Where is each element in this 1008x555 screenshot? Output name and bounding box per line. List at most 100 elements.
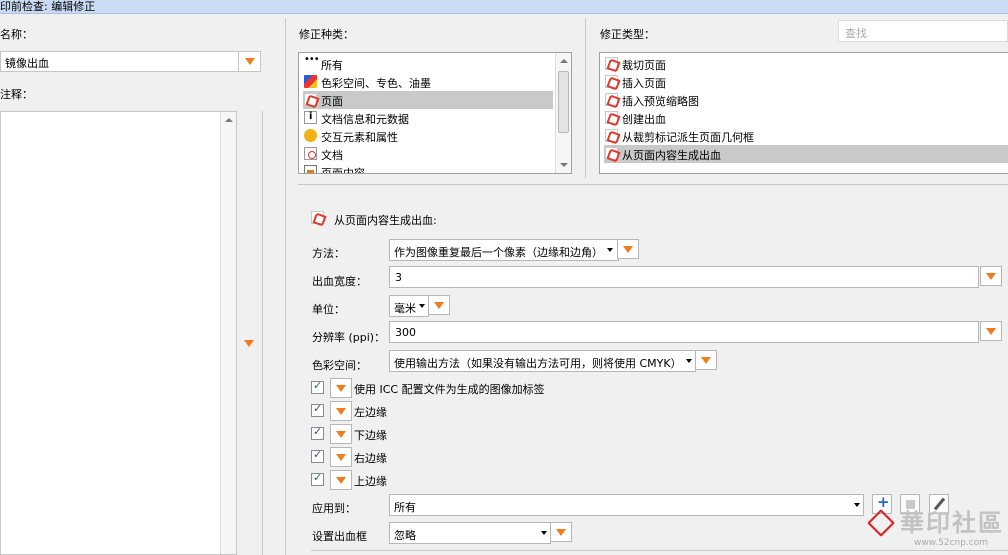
chevron-down-icon (336, 477, 346, 484)
categories-scrollbar[interactable] (555, 53, 571, 173)
notes-side-dropdown[interactable] (238, 334, 260, 353)
chevron-down-icon (986, 328, 996, 335)
chevron-down-icon (336, 431, 346, 438)
icc-tag-checkbox[interactable] (311, 379, 324, 394)
right-edge-label: 右边缘 (354, 452, 387, 465)
left-edge-checkbox[interactable] (311, 402, 324, 417)
type-item-selected[interactable]: 从页面内容生成出血 (604, 145, 1008, 163)
chevron-down-icon (336, 385, 346, 392)
category-item[interactable]: 文档 (303, 145, 553, 163)
bleed-width-options-button[interactable] (980, 266, 1002, 286)
type-item[interactable]: 插入页面 (604, 73, 1008, 91)
panel-divider (585, 18, 586, 178)
right-edge-options-button[interactable] (330, 447, 352, 467)
apply-to-select[interactable]: 所有 (389, 494, 864, 516)
type-item[interactable]: 插入预览缩略图 (604, 91, 1008, 109)
panel-divider (262, 111, 263, 555)
watermark-text: 華印社區 (900, 508, 1004, 537)
color-space-options-button[interactable] (695, 350, 717, 370)
right-edge-checkbox[interactable] (311, 448, 324, 463)
bleed-width-input[interactable]: 3 (389, 266, 979, 288)
bottom-edge-label: 下边缘 (354, 429, 387, 442)
categories-label: 修正种类： (299, 28, 354, 41)
chevron-down-icon (701, 357, 711, 364)
category-item-selected[interactable]: 页面 (303, 91, 553, 109)
search-placeholder: 查找 (845, 27, 867, 40)
category-item[interactable]: 交互元素和属性 (303, 127, 553, 145)
bleed-box-label: 设置出血框 (312, 530, 367, 543)
category-item[interactable]: 色彩空间、专色、油墨 (303, 73, 553, 91)
method-label: 方法： (312, 247, 345, 260)
caret-down-icon (854, 503, 860, 507)
color-space-select[interactable]: 使用输出方法（如果没有输出方法可用，则将使用 CMYK） (389, 350, 696, 372)
watermark: 華印社區 www.52cnp.com (864, 505, 1004, 553)
resolution-label: 分辨率 (ppi)： (312, 331, 386, 344)
left-edge-label: 左边缘 (354, 406, 387, 419)
pdf-icon (605, 93, 618, 106)
bottom-edge-options-button[interactable] (330, 424, 352, 444)
notes-scrollbar[interactable] (220, 112, 236, 554)
search-input[interactable]: 查找 (838, 20, 1008, 42)
bleed-width-label: 出血宽度： (312, 275, 367, 288)
detail-header: 从页面内容生成出血: (334, 214, 437, 227)
chevron-down-icon (556, 529, 566, 536)
type-item[interactable]: 创建出血 (604, 109, 1008, 127)
name-value: 镜像出血 (5, 57, 49, 70)
types-list[interactable]: 裁切页面 插入页面 插入预览缩略图 创建出血 从裁剪标记派生页面几何框 从页面内… (599, 52, 1008, 174)
unit-value: 毫米 (394, 302, 416, 315)
notes-label: 注释： (0, 88, 33, 101)
bleed-box-options-button[interactable] (550, 522, 572, 542)
pdf-icon (605, 75, 618, 88)
name-label: 名称： (0, 28, 33, 41)
icc-tag-options-button[interactable] (330, 378, 352, 398)
categories-list[interactable]: 所有 色彩空间、专色、油墨 页面 文档信息和元数据 交互元素和属性 文档 页面内… (298, 52, 572, 174)
section-divider (298, 184, 1008, 185)
pdf-icon (605, 57, 618, 70)
unit-label: 单位： (312, 303, 345, 316)
window-title: 印前检查: 编辑修正 (0, 0, 96, 13)
unit-select[interactable]: 毫米 (389, 295, 429, 317)
resolution-options-button[interactable] (980, 321, 1002, 341)
bottom-edge-checkbox[interactable] (311, 425, 324, 440)
dots-icon (304, 54, 319, 70)
top-edge-options-button[interactable] (330, 470, 352, 490)
category-item[interactable]: 所有 (303, 54, 553, 73)
pdf-icon (605, 129, 618, 142)
method-options-button[interactable] (617, 239, 639, 259)
bleed-box-select[interactable]: 忽略 (389, 522, 551, 544)
bleed-width-value: 3 (395, 271, 402, 284)
name-dropdown-button[interactable] (238, 52, 260, 71)
scroll-down-icon[interactable] (560, 163, 568, 167)
pdf-icon (605, 147, 618, 160)
types-label: 修正类型： (600, 28, 655, 41)
pdf-icon (311, 211, 324, 224)
chevron-down-icon (336, 408, 346, 415)
category-item[interactable]: 页面内容 (303, 163, 553, 173)
type-item[interactable]: 裁切页面 (604, 55, 1008, 73)
caret-down-icon (419, 304, 425, 308)
method-select[interactable]: 作为图像重复最后一个像素（边缘和边角） (389, 239, 619, 261)
chevron-down-icon (244, 340, 254, 347)
scroll-up-icon[interactable] (225, 118, 233, 122)
color-space-label: 色彩空间： (312, 359, 367, 372)
scroll-thumb[interactable] (558, 71, 569, 133)
top-edge-checkbox[interactable] (311, 471, 324, 486)
name-combobox[interactable]: 镜像出血 (0, 51, 261, 72)
comment-icon (304, 129, 317, 142)
resolution-input[interactable]: 300 (389, 321, 979, 343)
color-space-icon (304, 75, 317, 88)
watermark-url: www.52cnp.com (914, 538, 989, 548)
page-content-icon (304, 165, 317, 173)
chevron-down-icon (245, 58, 255, 65)
unit-options-button[interactable] (428, 295, 450, 315)
type-item[interactable]: 从裁剪标记派生页面几何框 (604, 127, 1008, 145)
caret-down-icon (541, 531, 547, 535)
window-title-bar: 印前检查: 编辑修正 (0, 0, 1008, 14)
caret-down-icon (607, 248, 613, 252)
left-edge-options-button[interactable] (330, 401, 352, 421)
pdf-page-icon (304, 93, 317, 106)
category-item[interactable]: 文档信息和元数据 (303, 109, 553, 127)
notes-textarea[interactable] (0, 111, 237, 555)
scroll-up-icon[interactable] (560, 59, 568, 63)
top-edge-label: 上边缘 (354, 475, 387, 488)
